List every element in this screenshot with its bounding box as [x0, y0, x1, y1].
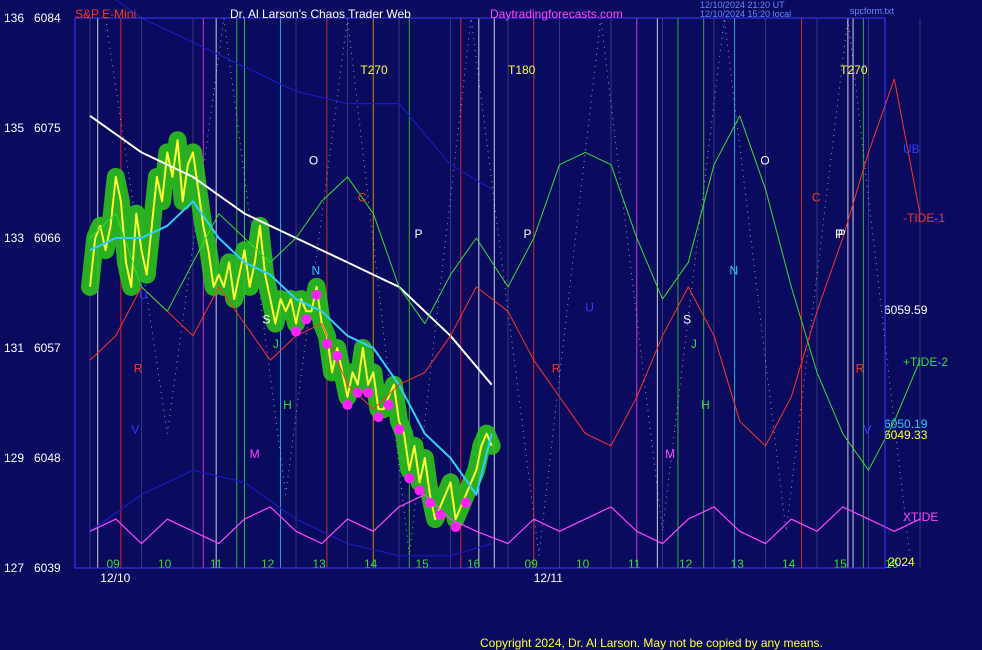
x-hour-label: 09 — [524, 557, 538, 571]
price-dot — [460, 497, 471, 508]
planet-label: J — [691, 337, 697, 351]
top-marker-label: T270 — [360, 63, 388, 77]
y-axis-label-b: 6048 — [34, 451, 61, 465]
price-dot — [291, 326, 301, 337]
x-hour-label: 09 — [106, 557, 120, 571]
right-label: 6059.59 — [884, 303, 928, 317]
price-dot — [332, 351, 343, 361]
planet-label: N — [729, 264, 738, 278]
planet-label: R — [856, 361, 865, 375]
copyright-notice: Copyright 2024, Dr. Al Larson. May not b… — [480, 636, 823, 650]
planet-label: C — [358, 190, 367, 204]
right-label: UB — [903, 142, 920, 156]
price-dot — [352, 387, 363, 398]
price-dot — [301, 314, 312, 325]
y-axis-label-b: 6084 — [34, 11, 61, 25]
planet-label: P — [523, 227, 531, 241]
planet-label: R — [134, 361, 143, 375]
x-hour-label: 14 — [364, 557, 378, 571]
price-dot — [373, 412, 384, 423]
chart-svg: 136 6084 135 6075 133 6066 131 6057 129 6048 127 60… — [0, 0, 982, 650]
x-hour-label: 13 — [312, 557, 326, 571]
file-name: spcform.txt — [850, 6, 895, 16]
x-hour-label: 15 — [415, 557, 429, 571]
right-label: +TIDE-2 — [903, 355, 948, 369]
planet-label: H — [701, 398, 710, 412]
price-dot — [404, 473, 415, 484]
price-dot — [424, 497, 435, 508]
right-label: -TIDE-1 — [903, 211, 945, 225]
y-axis-label-a: 127 — [4, 561, 24, 575]
y-axis-label-b: 6075 — [34, 121, 61, 135]
planet-label: R — [552, 361, 561, 375]
x-date-label: 12/10 — [100, 571, 130, 585]
planet-label: O — [760, 154, 769, 168]
planet-label: M — [665, 447, 675, 461]
y-axis-label-b: 6057 — [34, 341, 61, 355]
site-link[interactable]: Daytradingforecasts.com — [490, 7, 623, 21]
y-axis-label-b: 6039 — [34, 561, 61, 575]
price-dot — [435, 509, 446, 520]
y-axis-label-a: 131 — [4, 341, 24, 355]
x-hour-label: 12 — [261, 557, 275, 571]
x-hour-label: 10 — [576, 557, 590, 571]
timestamp-local: 12/10/2024 15:20 local — [700, 9, 791, 19]
planet-label: C — [812, 190, 821, 204]
y-axis-label-a: 136 — [4, 11, 24, 25]
y-axis-label-a: 135 — [4, 121, 24, 135]
right-label: XTIDE — [903, 510, 938, 524]
planet-label: H — [283, 398, 292, 412]
planet-label: P — [414, 227, 422, 241]
right-label: 6049.33 — [884, 428, 928, 442]
x-hour-label: 11 — [210, 557, 223, 571]
y-axis-label-a: 129 — [4, 451, 24, 465]
price-dot — [363, 387, 374, 398]
x-hour-label: 16 — [467, 557, 481, 571]
x-year-label: 2024 — [888, 555, 915, 569]
price-dot — [450, 522, 461, 533]
top-marker-label: T180 — [508, 63, 536, 77]
top-marker-label: T270 — [840, 63, 868, 77]
planet-label: V — [131, 423, 139, 437]
x-hour-label: 13 — [730, 557, 744, 571]
price-dot — [342, 399, 353, 410]
chart-title: Dr. Al Larson's Chaos Trader Web — [230, 7, 411, 21]
planet-label: M — [250, 447, 260, 461]
x-hour-label: 14 — [782, 557, 796, 571]
x-date-label: 12/11 — [534, 571, 563, 585]
x-hour-label: 10 — [158, 557, 172, 571]
planet-label: N — [311, 264, 320, 278]
chart-symbol: S&P E-Mini — [75, 7, 136, 21]
planet-label: S — [683, 313, 691, 327]
planet-label: J — [273, 337, 279, 351]
price-dot — [321, 338, 332, 349]
x-hour-label: 12 — [679, 557, 693, 571]
planet-label: U — [139, 288, 148, 302]
planet-label: P — [838, 227, 846, 241]
y-axis-label-b: 6066 — [34, 231, 61, 245]
chart-background — [0, 0, 982, 650]
price-dot — [311, 289, 322, 300]
x-hour-label: 11 — [628, 557, 641, 571]
price-dot — [383, 399, 394, 410]
price-dot — [394, 424, 404, 435]
planet-label: U — [585, 300, 594, 314]
x-hour-label: 15 — [833, 557, 847, 571]
y-axis-label-a: 133 — [4, 231, 24, 245]
planet-label: O — [309, 154, 318, 168]
planet-label: S — [263, 313, 271, 327]
price-dot — [414, 485, 425, 496]
planet-label: V — [863, 423, 871, 437]
